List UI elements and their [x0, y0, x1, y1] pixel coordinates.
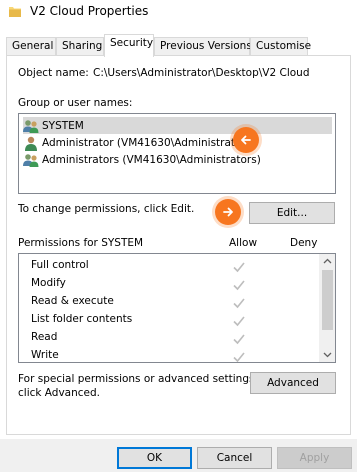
- scroll-thumb[interactable]: [322, 270, 333, 330]
- permission-name: Read: [31, 331, 58, 343]
- allow-check-icon: [233, 352, 245, 362]
- permission-name: Read & execute: [31, 295, 114, 307]
- object-name-value: C:\Users\Administrator\Desktop\V2 Cloud: [93, 67, 310, 79]
- scroll-up-icon[interactable]: [323, 258, 332, 264]
- special-permissions-text-line2: click Advanced.: [18, 387, 101, 399]
- user-item-administrator[interactable]: Administrator (VM41630\Administrator): [23, 134, 250, 151]
- allow-check-icon: [233, 262, 245, 273]
- cancel-button[interactable]: Cancel: [197, 447, 272, 469]
- permission-name: Modify: [31, 277, 66, 289]
- arrow-right-callout-icon: [215, 199, 241, 225]
- permission-name: Write: [31, 349, 59, 361]
- title-bar: V2 Cloud Properties: [0, 0, 357, 30]
- special-permissions-text-line1: For special permissions or advanced sett…: [18, 373, 258, 385]
- permissions-for-label: Permissions for SYSTEM: [18, 237, 144, 249]
- permissions-scrollbar[interactable]: [319, 254, 335, 362]
- ok-button[interactable]: OK: [117, 447, 192, 469]
- allow-check-icon: [233, 298, 245, 309]
- user-icon: [25, 136, 37, 151]
- arrow-right-icon: [223, 207, 233, 217]
- tab-general[interactable]: General: [6, 37, 56, 56]
- tab-bar: General Sharing Security Previous Versio…: [0, 34, 357, 57]
- permission-write: Write: [31, 349, 59, 362]
- edit-button[interactable]: Edit...: [249, 202, 335, 224]
- apply-button[interactable]: Apply: [277, 447, 352, 469]
- window-title: V2 Cloud Properties: [30, 4, 149, 18]
- allow-header: Allow: [229, 237, 258, 249]
- permission-name: List folder contents: [31, 313, 133, 325]
- tab-customise[interactable]: Customise: [250, 37, 311, 56]
- user-item-system[interactable]: SYSTEM: [23, 117, 332, 134]
- group-names-label: Group or user names:: [18, 97, 133, 109]
- group-icon: [23, 153, 39, 167]
- user-name: Administrator (VM41630\Administrator): [42, 136, 250, 149]
- permission-name: Full control: [31, 259, 89, 271]
- advanced-button[interactable]: Advanced: [250, 372, 336, 394]
- permission-read-execute: Read & execute: [31, 295, 114, 313]
- allow-check-icon: [233, 316, 245, 327]
- user-name: Administrators (VM41630\Administrators): [42, 153, 261, 166]
- arrow-left-callout-icon: [233, 127, 259, 153]
- tab-sharing[interactable]: Sharing: [56, 37, 104, 56]
- scroll-down-icon[interactable]: [323, 352, 332, 358]
- allow-check-icon: [233, 280, 245, 291]
- permission-modify: Modify: [31, 277, 66, 295]
- allow-check-icon: [233, 334, 245, 345]
- tab-previous-versions[interactable]: Previous Versions: [154, 37, 252, 56]
- group-icon: [23, 119, 39, 133]
- tab-security[interactable]: Security: [104, 34, 154, 57]
- permission-list-folder-contents: List folder contents: [31, 313, 132, 331]
- permission-full-control: Full control: [31, 259, 89, 277]
- permission-read: Read: [31, 331, 57, 349]
- user-list[interactable]: SYSTEM Administrator (VM41630\Administra…: [18, 113, 336, 194]
- deny-header: Deny: [290, 237, 318, 249]
- change-permissions-text: To change permissions, click Edit.: [18, 203, 195, 215]
- object-name-label: Object name:: [18, 67, 89, 79]
- user-name: SYSTEM: [42, 119, 84, 132]
- permissions-list[interactable]: Full control Modify Read & execute List …: [18, 253, 336, 363]
- arrow-left-icon: [241, 135, 251, 145]
- folder-icon: [9, 7, 21, 17]
- user-item-administrators[interactable]: Administrators (VM41630\Administrators): [23, 151, 261, 168]
